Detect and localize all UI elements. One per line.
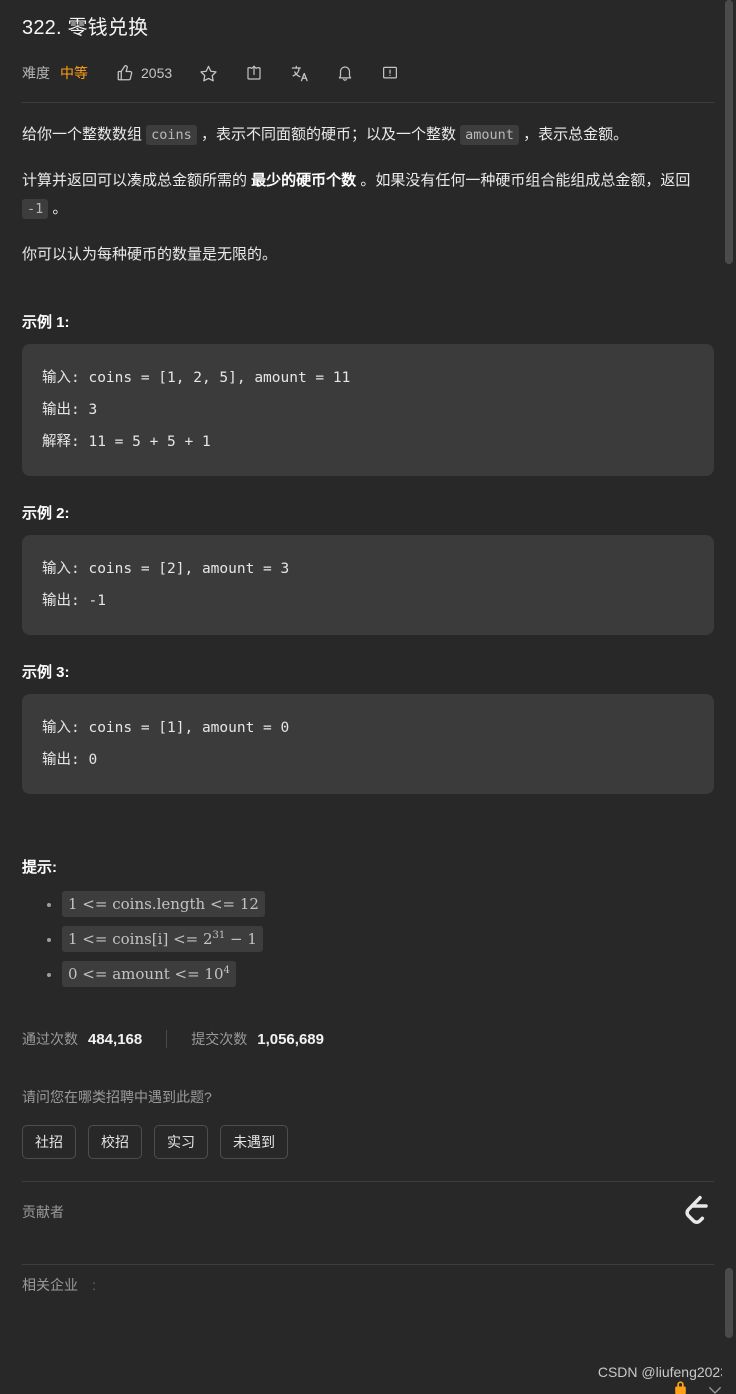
- hint-item: 1 <= coins[i] <= 231 − 1: [62, 926, 714, 952]
- favorite-button[interactable]: [199, 64, 218, 83]
- survey-options: 社招 校招 实习 未遇到: [22, 1125, 714, 1159]
- problem-meta-row: 难度 中等 2053: [22, 52, 714, 94]
- stats-separator: [166, 1030, 168, 1048]
- description-paragraph-3: 你可以认为每种硬币的数量是无限的。: [22, 246, 278, 263]
- share-icon: [245, 64, 263, 82]
- example-title-1: 示例 1:: [22, 314, 70, 331]
- hint-formula-text: 1 <= coins.length <= 12: [68, 895, 259, 913]
- difficulty-value[interactable]: 中等: [60, 63, 88, 83]
- inline-code-amount: amount: [460, 125, 519, 145]
- hints-list: 1 <= coins.length <= 12 1 <= coins[i] <=…: [22, 891, 714, 987]
- hint-formula-post: − 1: [225, 930, 257, 948]
- desc-text: 给你一个整数数组: [22, 126, 147, 143]
- hints-title: 提示:: [22, 859, 57, 876]
- inline-code-minus-one: -1: [22, 199, 49, 219]
- desc-text: ，表示总金额。: [518, 126, 629, 143]
- submissions-label: 提交次数: [191, 1031, 248, 1047]
- report-icon: [381, 64, 399, 82]
- inline-code-coins: coins: [146, 125, 197, 145]
- desc-emphasis: 最少的硬币个数: [251, 172, 357, 189]
- hint-item: 1 <= coins.length <= 12: [62, 891, 714, 917]
- desc-text: ，表示不同面额的硬币；以及一个整数: [196, 126, 461, 143]
- contributors-row[interactable]: 贡献者: [22, 1182, 714, 1242]
- accepted-value: 484,168: [88, 1030, 143, 1048]
- difficulty-label: 难度: [22, 65, 50, 81]
- companies-colon: :: [92, 1277, 96, 1293]
- leetcode-logo-icon: [674, 1190, 714, 1235]
- hint-formula-1: 1 <= coins.length <= 12: [62, 891, 265, 917]
- report-button[interactable]: [381, 64, 399, 82]
- desc-text: 计算并返回可以凑成总金额所需的: [22, 172, 252, 189]
- companies-row[interactable]: 相关企业 :: [22, 1265, 714, 1305]
- hint-item: 0 <= amount <= 104: [62, 961, 714, 987]
- survey-question: 请问您在哪类招聘中遇到此题?: [22, 1089, 212, 1105]
- problem-content: 给你一个整数数组 coins ，表示不同面额的硬币；以及一个整数 amount …: [22, 103, 714, 1305]
- lock-icon[interactable]: [672, 1379, 689, 1394]
- hint-formula-2: 1 <= coins[i] <= 231 − 1: [62, 926, 263, 952]
- example-code-1: 输入: coins = [1, 2, 5], amount = 11 输出: 3…: [22, 344, 714, 476]
- share-button[interactable]: [245, 64, 263, 82]
- thumbs-up-button[interactable]: 2053: [116, 64, 172, 82]
- description-paragraph-1: 给你一个整数数组 coins ，表示不同面额的硬币；以及一个整数 amount …: [22, 121, 714, 149]
- hint-formula-sup: 4: [223, 965, 230, 976]
- submissions-value: 1,056,689: [257, 1030, 324, 1048]
- star-icon: [199, 64, 218, 83]
- companies-label: 相关企业: [22, 1277, 78, 1293]
- example-code-2: 输入: coins = [2], amount = 3 输出: -1: [22, 535, 714, 635]
- scrollbar-thumb-secondary[interactable]: [725, 1268, 733, 1338]
- survey-option-weiyudao[interactable]: 未遇到: [220, 1125, 288, 1159]
- page-title: 322. 零钱兑换: [22, 17, 149, 39]
- thumbs-up-icon: [116, 64, 134, 82]
- description-paragraph-2: 计算并返回可以凑成总金额所需的 最少的硬币个数 。如果没有任何一种硬币组合能组成…: [22, 167, 714, 223]
- accepted-label: 通过次数: [22, 1031, 78, 1047]
- survey-option-shezhao[interactable]: 社招: [22, 1125, 76, 1159]
- notification-button[interactable]: [336, 64, 354, 82]
- like-count: 2053: [141, 65, 173, 81]
- hint-formula-text: 1 <= coins[i] <= 2: [68, 930, 213, 948]
- survey-option-xiaozhao[interactable]: 校招: [88, 1125, 142, 1159]
- translate-icon: [290, 64, 309, 83]
- example-title-2: 示例 2:: [22, 505, 70, 522]
- bell-icon: [336, 64, 354, 82]
- example-code-3: 输入: coins = [1], amount = 0 输出: 0: [22, 694, 714, 794]
- scrollbar-track[interactable]: [722, 0, 736, 1394]
- hint-formula-text: 0 <= amount <= 10: [68, 965, 224, 983]
- translate-button[interactable]: [290, 64, 309, 83]
- desc-text: 。: [48, 200, 68, 217]
- desc-text: 。如果没有任何一种硬币组合能组成总金额，返回: [356, 172, 691, 189]
- hint-formula-3: 0 <= amount <= 104: [62, 961, 236, 987]
- hint-formula-sup: 31: [212, 930, 226, 941]
- example-title-3: 示例 3:: [22, 664, 70, 681]
- scrollbar-thumb-primary[interactable]: [725, 0, 733, 264]
- stats-row: 通过次数 484,168 提交次数 1,056,689: [22, 1027, 714, 1051]
- contributors-label: 贡献者: [22, 1204, 64, 1220]
- survey-option-shixi[interactable]: 实习: [154, 1125, 208, 1159]
- csdn-watermark: CSDN @liufeng2023: [597, 1364, 728, 1380]
- problem-page: 322. 零钱兑换 难度 中等 2053 给你一个整数数组 coins ，表示不…: [0, 0, 736, 1394]
